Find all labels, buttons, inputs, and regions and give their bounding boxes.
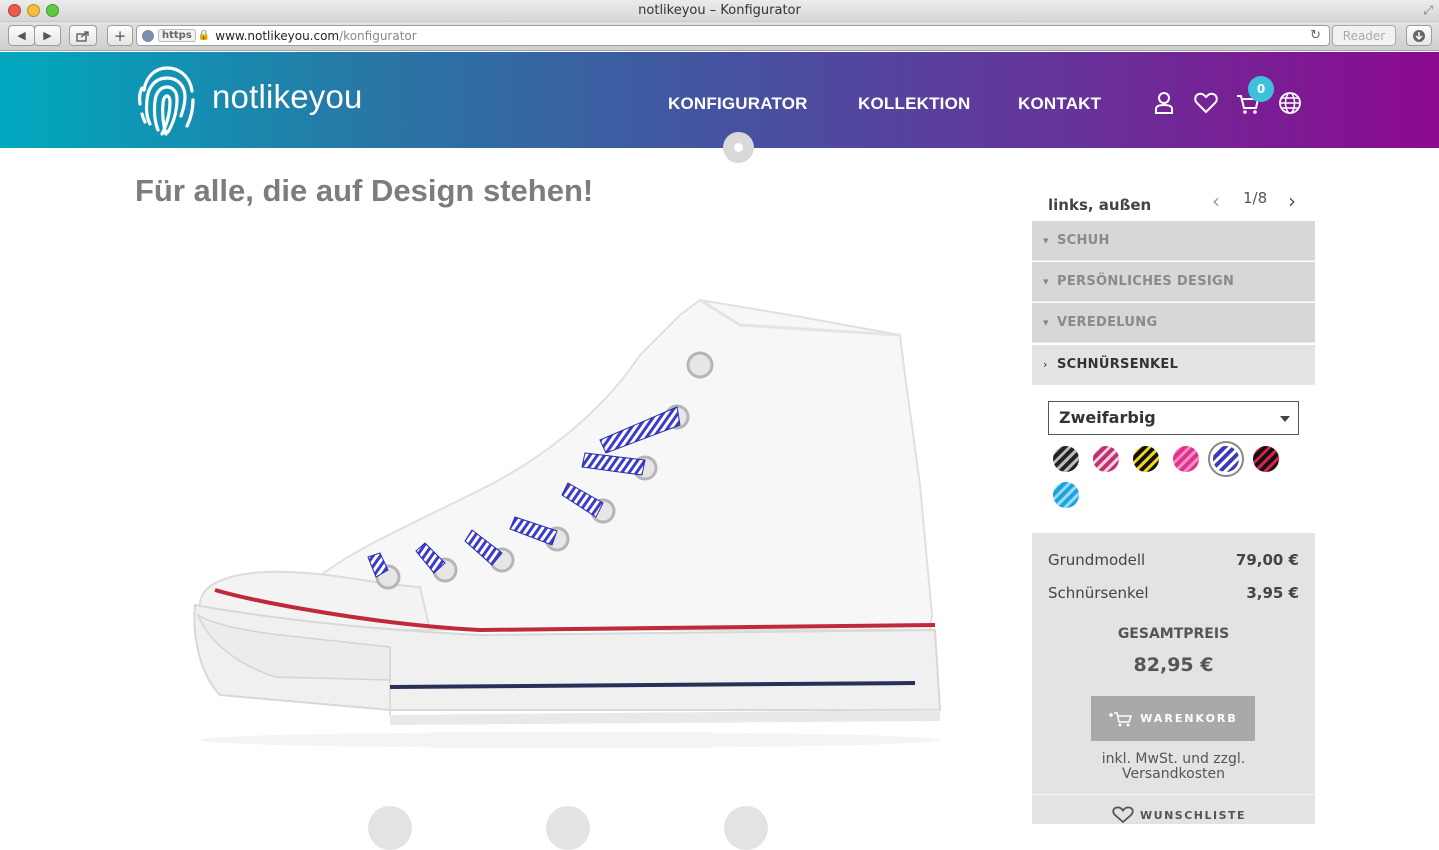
view-pager-count: 1/8 (1243, 189, 1268, 207)
heart-icon (1112, 806, 1134, 824)
accordion-schnuersenkel[interactable]: › SCHNÜRSENKEL (1032, 345, 1315, 385)
add-to-wishlist-button[interactable]: WUNSCHLISTE (1112, 806, 1246, 824)
price-value-schnuersenkel: 3,95 € (1246, 584, 1299, 602)
browser-toolbar: ◀ ▶ + https 🔒 www.notlikeyou.com/konfigu… (0, 22, 1439, 51)
chevron-down-icon: ▾ (1043, 234, 1049, 247)
accordion-label: SCHNÜRSENKEL (1057, 357, 1179, 372)
chevron-right-icon: › (1043, 358, 1048, 371)
address-bar[interactable]: https 🔒 www.notlikeyou.com/konfigurator … (136, 25, 1330, 46)
nav-konfigurator[interactable]: KONFIGURATOR (668, 94, 808, 114)
chevron-down-icon: ▾ (1043, 316, 1049, 329)
lace-swatch[interactable] (1053, 482, 1079, 508)
view-position-label: links, außen (1048, 196, 1152, 214)
logo-wordmark[interactable]: notlikeyou (212, 78, 363, 116)
lace-swatch[interactable] (1253, 446, 1279, 472)
lace-swatch[interactable] (1173, 446, 1199, 472)
view-zoom-button[interactable] (546, 806, 590, 850)
view-rotate-right-button[interactable] (724, 806, 768, 850)
https-badge: https (158, 29, 196, 42)
url-host: www.notlikeyou.com (215, 28, 340, 43)
window-title: notlikeyou – Konfigurator (638, 3, 801, 18)
share-button[interactable] (69, 25, 97, 46)
fullscreen-icon[interactable]: ⤢ (1423, 3, 1433, 18)
scroll-indicator[interactable] (723, 132, 754, 163)
site-favicon-icon (142, 29, 154, 42)
price-label-schnuersenkel: Schnürsenkel (1048, 584, 1149, 602)
accordion-label: PERSÖNLICHES DESIGN (1057, 274, 1235, 289)
wishlist-label: WUNSCHLISTE (1140, 808, 1247, 822)
chevron-left-icon[interactable]: ‹ (1212, 189, 1220, 213)
lace-swatch[interactable] (1053, 446, 1079, 472)
user-icon[interactable] (1151, 90, 1177, 116)
caret-down-icon (1280, 416, 1290, 422)
share-icon (76, 30, 89, 42)
accordion-veredelung[interactable]: ▾ VEREDELUNG (1032, 303, 1315, 343)
price-value-grundmodell: 79,00 € (1235, 551, 1299, 569)
lace-type-value: Zweifarbig (1059, 408, 1156, 427)
accordion-persoenliches-design[interactable]: ▾ PERSÖNLICHES DESIGN (1032, 262, 1315, 302)
nav-kollektion[interactable]: KOLLEKTION (858, 94, 971, 114)
new-tab-button[interactable]: + (107, 25, 133, 46)
url-path: /konfigurator (339, 28, 417, 43)
reader-button[interactable]: Reader (1332, 25, 1396, 46)
heart-icon[interactable] (1193, 90, 1219, 116)
cart-count-badge: 0 (1248, 76, 1274, 102)
total-value: 82,95 € (1133, 654, 1214, 676)
shoe-preview-image (193, 298, 942, 748)
view-rotate-left-button[interactable] (368, 806, 412, 850)
globe-icon[interactable] (1277, 90, 1303, 116)
window-titlebar: notlikeyou – Konfigurator ⤢ (0, 0, 1439, 22)
price-panel: Grundmodell 79,00 € Schnürsenkel 3,95 € … (1032, 533, 1315, 824)
accordion-label: VEREDELUNG (1057, 315, 1158, 330)
lace-type-select[interactable]: Zweifarbig (1048, 401, 1299, 435)
add-to-cart-icon (1109, 711, 1133, 726)
add-to-cart-label: WARENKORB (1140, 712, 1238, 725)
lace-swatch[interactable] (1213, 446, 1239, 472)
nav-kontakt[interactable]: KONTAKT (1018, 94, 1101, 114)
tax-note: inkl. MwSt. und zzgl. Versandkosten (1101, 751, 1246, 782)
reload-icon[interactable]: ↻ (1310, 28, 1321, 43)
chevron-down-icon: ▾ (1043, 275, 1049, 288)
site-header: notlikeyou KONFIGURATOR KOLLEKTION KONTA… (0, 52, 1439, 148)
downloads-button[interactable] (1406, 25, 1432, 46)
forward-button[interactable]: ▶ (34, 25, 61, 46)
lock-icon: 🔒 (197, 30, 211, 41)
download-icon (1413, 29, 1425, 42)
total-label: GESAMTPREIS (1117, 626, 1230, 642)
lace-swatch[interactable] (1093, 446, 1119, 472)
price-label-grundmodell: Grundmodell (1048, 551, 1146, 569)
accordion-schuh[interactable]: ▾ SCHUH (1032, 221, 1315, 261)
accordion-label: SCHUH (1057, 233, 1110, 248)
back-button[interactable]: ◀ (8, 25, 35, 46)
lace-swatch[interactable] (1133, 446, 1159, 472)
divider (1032, 794, 1315, 795)
chevron-right-icon[interactable]: › (1288, 189, 1296, 213)
add-to-cart-button[interactable]: WARENKORB (1091, 696, 1255, 741)
fingerprint-logo-icon[interactable] (136, 64, 198, 136)
page-headline: Für alle, die auf Design stehen! (135, 173, 594, 208)
